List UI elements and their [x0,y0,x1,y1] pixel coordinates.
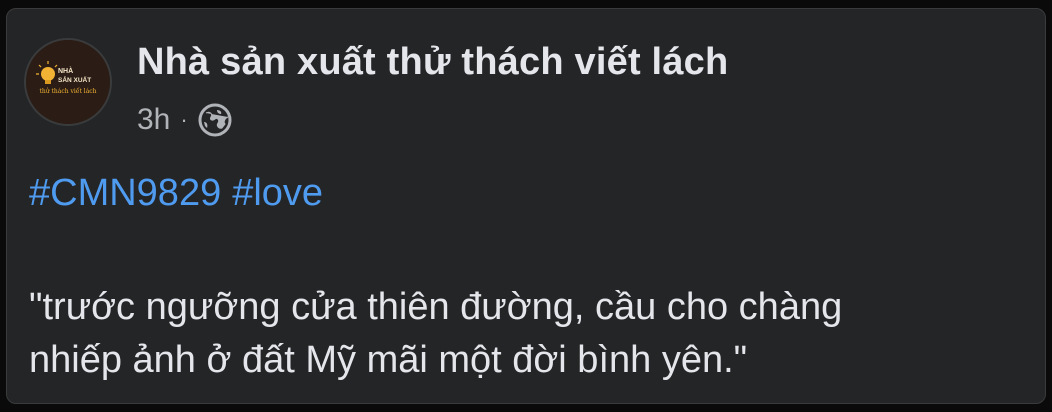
globe-icon[interactable] [197,102,233,138]
author-name[interactable]: Nhà sản xuất thử thách viết lách [137,41,728,84]
hashtag-link[interactable]: #CMN9829 [29,172,221,214]
avatar[interactable]: NHÀ SẢN XUẤT thử thách viết lách [24,38,112,126]
hashtag-link[interactable]: #love [232,172,323,214]
avatar-logo-line-3: thử thách viết lách [39,88,96,95]
post-meta: 3h · [137,101,233,139]
avatar-logo: NHÀ SẢN XUẤT thử thách viết lách [26,40,110,124]
hashtags: #CMN9829 #love [29,172,323,215]
meta-separator: · [180,107,188,132]
post-body-line: "trước ngưỡng cửa thiên đường, cầu cho c… [29,286,843,328]
post-timestamp[interactable]: 3h [137,103,170,137]
post-card: NHÀ SẢN XUẤT thử thách viết lách Nhà sản… [6,8,1046,404]
post-body: "trước ngưỡng cửa thiên đường, cầu cho c… [29,281,1029,387]
avatar-logo-line-1: NHÀ [58,66,73,75]
post-body-line: nhiếp ảnh ở đất Mỹ mãi một đời bình yên.… [29,339,748,381]
